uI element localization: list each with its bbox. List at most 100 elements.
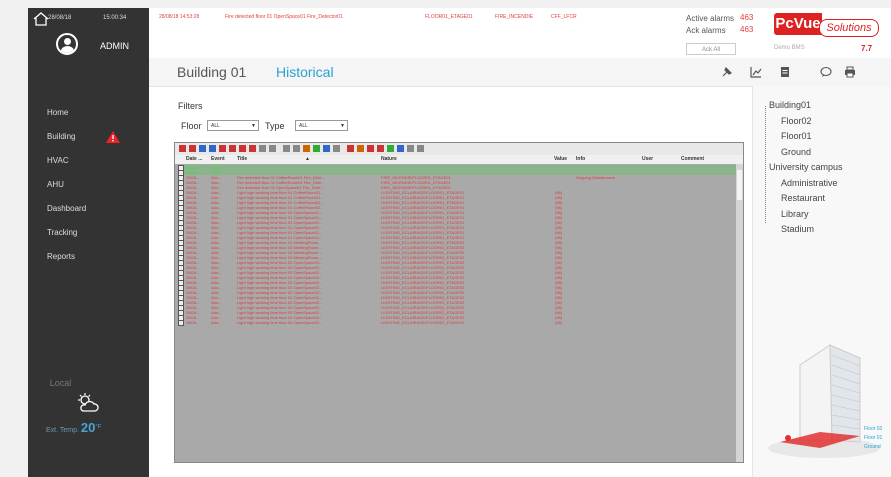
grid-tool-button[interactable] [333, 145, 340, 152]
sidebar-item-reports[interactable]: Reports [28, 250, 149, 274]
grid-tool-button[interactable] [239, 145, 246, 152]
chevron-down-icon: ▼ [340, 123, 345, 129]
pin-icon[interactable] [721, 66, 733, 78]
chevron-down-icon: ▼ [251, 123, 256, 129]
grid-scrollbar[interactable] [736, 164, 743, 462]
column-nature[interactable]: Nature [381, 156, 397, 162]
building-illustration: Floor 02 Floor 01 Ground [768, 344, 883, 458]
tree-node[interactable]: Restaurant [769, 191, 843, 207]
grid-tool-button[interactable] [199, 145, 206, 152]
floor-select[interactable]: ALL ▼ [207, 120, 259, 131]
grid-tool-button[interactable] [417, 145, 424, 152]
column-event[interactable]: Event [211, 156, 225, 162]
grid-tool-button[interactable] [259, 145, 266, 152]
table-row[interactable]: 28/08... Alar... Light high working time f… [178, 320, 738, 326]
grid-tool-button[interactable] [357, 145, 364, 152]
sidebar-nav: Home Building HVAC AHU Dashboard Trackin… [28, 106, 149, 274]
version-label: 7.7 [861, 44, 873, 53]
tree-node[interactable]: Library [769, 207, 843, 223]
sidebar-item-dashboard[interactable]: Dashboard [28, 202, 149, 226]
home-icon[interactable] [33, 12, 49, 26]
building-floor-label[interactable]: Ground [864, 444, 881, 450]
avatar-icon[interactable] [56, 33, 78, 55]
column-date[interactable]: Date ... [186, 156, 202, 162]
column-info[interactable]: Info [576, 156, 585, 162]
grid-tool-button[interactable] [367, 145, 374, 152]
external-temperature: Ext. Temp. 20°F [46, 420, 102, 435]
tree-connector [765, 106, 767, 223]
page-header: Building 01 Historical [149, 58, 891, 87]
tree-node[interactable]: Administrative [769, 176, 843, 192]
grid-tool-button[interactable] [229, 145, 236, 152]
alarm-message[interactable]: Fire detected floor 01 OpenSpace01 Fire_… [225, 14, 343, 20]
demo-label: Demo BMS [774, 45, 805, 51]
ack-all-button[interactable]: Ack All [686, 43, 736, 55]
grid-tool-button[interactable] [407, 145, 414, 152]
ack-alarms-count: 463 [740, 25, 754, 34]
chart-icon[interactable] [750, 66, 762, 78]
grid-tool-button[interactable] [323, 145, 330, 152]
cloud-sun-icon [78, 393, 99, 412]
alarm-tag: FLOOR01_ETAGE01 [425, 14, 473, 20]
grid-tool-button[interactable] [387, 145, 394, 152]
tree-node[interactable]: Floor01 [769, 129, 843, 145]
tree-node[interactable]: Ground [769, 145, 843, 161]
cell-value: (98) [555, 320, 563, 325]
sidebar-item-home[interactable]: Home [28, 106, 149, 130]
grid-tool-button[interactable] [219, 145, 226, 152]
sidebar-item-hvac[interactable]: HVAC [28, 154, 149, 178]
sidebar-item-tracking[interactable]: Tracking [28, 226, 149, 250]
active-alarms-label: Active alarms [686, 14, 735, 23]
page-title: Building 01 [177, 64, 247, 80]
row-checkbox[interactable] [178, 320, 184, 326]
grid-tool-button[interactable] [397, 145, 404, 152]
grid-tool-button[interactable] [179, 145, 186, 152]
comment-icon[interactable] [820, 66, 832, 78]
grid-tool-button[interactable] [313, 145, 320, 152]
alarm-banner: 28/08/18 14:53:28 Fire detected floor 01… [149, 8, 891, 58]
grid-tool-button[interactable] [347, 145, 354, 152]
alarm-type: FIRE_INCENDIE [495, 14, 534, 20]
grid-tool-button[interactable] [189, 145, 196, 152]
ack-alarms-label: Ack alarms [686, 26, 726, 35]
local-label: Local [49, 378, 72, 388]
sidebar-item-building[interactable]: Building [28, 130, 149, 154]
alarm-datetime[interactable]: 28/08/18 14:53:28 [159, 14, 199, 20]
grid-tool-button[interactable] [303, 145, 310, 152]
sort-arrow-icon: ▲ [305, 156, 310, 162]
alarm-history-grid: Date ... Event Title ▲ Nature Value Info… [174, 142, 744, 463]
active-alarms-count: 463 [740, 13, 754, 22]
sidebar-item-ahu[interactable]: AHU [28, 178, 149, 202]
location-tree: Building01 Floor02 Floor01 Ground University… [769, 98, 843, 238]
filters-title: Filters [178, 101, 203, 111]
cell-event: Alar... [211, 320, 222, 325]
tree-node[interactable]: Stadium [769, 222, 843, 238]
building-floor-label[interactable]: Floor 02 [864, 426, 883, 432]
column-value[interactable]: Value [554, 156, 567, 162]
column-user[interactable]: User [642, 156, 653, 162]
print-icon[interactable] [844, 66, 856, 78]
grid-tool-button[interactable] [249, 145, 256, 152]
temperature-value: 20 [80, 420, 96, 435]
current-time: 15:00:34 [103, 15, 127, 21]
grid-tool-button[interactable] [283, 145, 290, 152]
grid-tool-button[interactable] [293, 145, 300, 152]
tree-node[interactable]: Floor02 [769, 114, 843, 130]
document-icon[interactable] [779, 66, 791, 78]
warning-icon [106, 131, 120, 143]
floor-label: Floor [181, 121, 202, 131]
column-comment[interactable]: Comment [681, 156, 704, 162]
temperature-unit: °F [95, 424, 102, 431]
column-title[interactable]: Title [237, 156, 247, 162]
tree-node[interactable]: Building01 [769, 98, 843, 114]
grid-tool-button[interactable] [269, 145, 276, 152]
grid-tool-button[interactable] [377, 145, 384, 152]
user-name: ADMIN [100, 41, 129, 51]
tree-node[interactable]: University campus [769, 160, 843, 176]
cell-nature: LIGHTING_ECLAIRAGE/FLOOR02_ETAGE02 [381, 320, 465, 325]
grid-tool-button[interactable] [209, 145, 216, 152]
sidebar-header: 28/08/18 15:00:34 ADMIN [28, 8, 149, 60]
building-floor-label[interactable]: Floor 01 [864, 435, 883, 441]
tab-historical[interactable]: Historical [276, 64, 334, 80]
type-select[interactable]: ALL ▼ [295, 120, 348, 131]
